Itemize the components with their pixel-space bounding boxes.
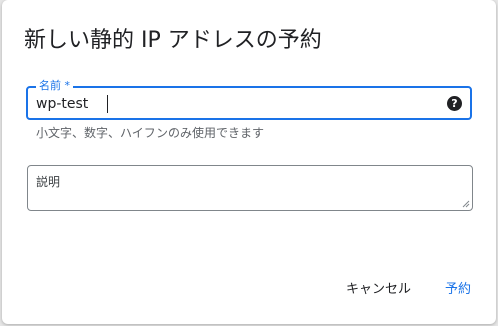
text-cursor bbox=[107, 95, 108, 113]
name-input[interactable] bbox=[36, 94, 436, 114]
description-field[interactable] bbox=[27, 165, 473, 211]
reserve-button[interactable]: 予約 bbox=[445, 281, 471, 299]
resize-handle-icon[interactable] bbox=[462, 200, 470, 208]
dialog-title: 新しい静的 IP アドレスの予約 bbox=[24, 28, 322, 53]
description-textarea[interactable] bbox=[36, 174, 456, 204]
question-circle-icon[interactable]: ? bbox=[447, 96, 462, 111]
reserve-static-ip-dialog: 新しい静的 IP アドレスの予約 名前 * ? 小文字、数字、ハイフンのみ使用で… bbox=[2, 0, 496, 324]
name-field-label: 名前 * bbox=[36, 79, 73, 93]
name-hint-text: 小文字、数字、ハイフンのみ使用できます bbox=[36, 126, 265, 140]
cancel-button[interactable]: キャンセル bbox=[346, 281, 411, 299]
name-field[interactable]: 名前 * ? bbox=[26, 79, 472, 120]
